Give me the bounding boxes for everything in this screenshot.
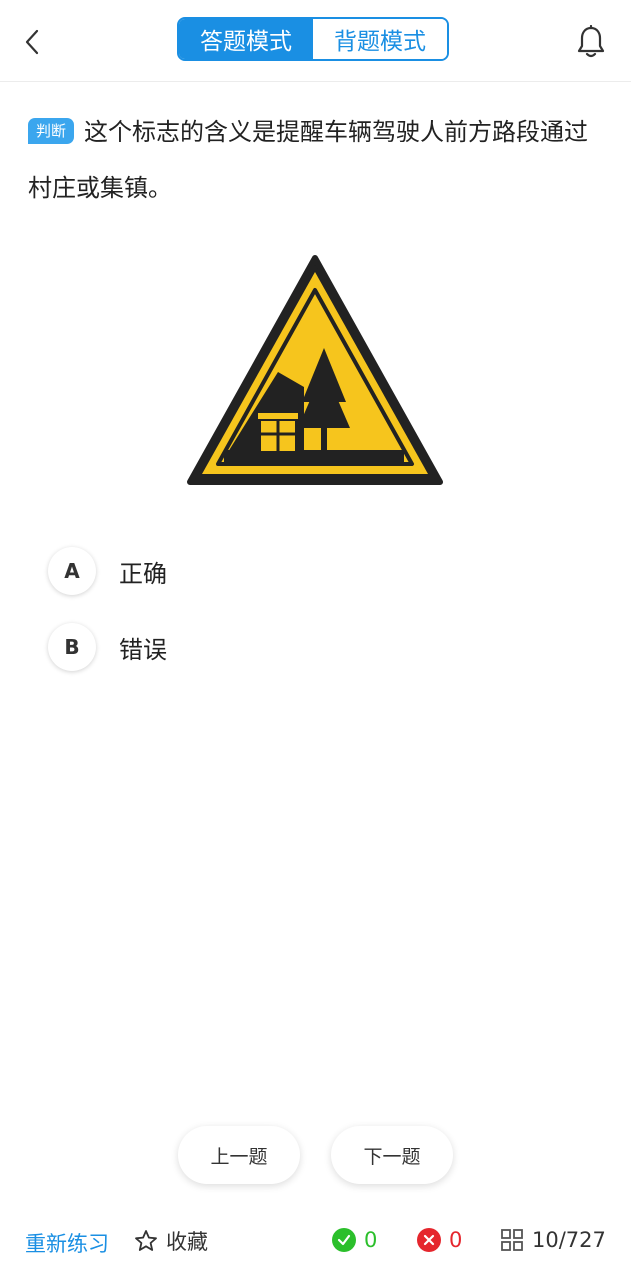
option-a[interactable]: A 正确 xyxy=(48,546,448,596)
chevron-left-icon xyxy=(25,29,39,55)
wrong-count: 0 xyxy=(449,1228,463,1252)
option-a-letter: A xyxy=(48,547,96,595)
question-image xyxy=(170,225,460,515)
correct-count-stat: 0 xyxy=(332,1228,377,1252)
star-icon xyxy=(135,1230,157,1251)
progress-text: 10/727 xyxy=(532,1228,606,1252)
notification-button[interactable] xyxy=(572,22,610,62)
option-b[interactable]: B 错误 xyxy=(48,622,448,672)
bottom-bar: 重新练习 收藏 0 0 10/727 xyxy=(0,1208,631,1280)
correct-count: 0 xyxy=(364,1228,378,1252)
question-text-block: 判断 这个标志的含义是提醒车辆驾驶人前方路段通过村庄或集镇。 xyxy=(28,104,608,216)
option-a-text: 正确 xyxy=(119,559,167,588)
retry-button[interactable]: 重新练习 xyxy=(25,1228,109,1258)
option-b-letter: B xyxy=(48,623,96,671)
next-question-button[interactable]: 下一题 xyxy=(331,1126,453,1184)
prev-question-button[interactable]: 上一题 xyxy=(178,1126,300,1184)
question-type-badge: 判断 xyxy=(28,118,75,144)
village-warning-sign-icon xyxy=(187,255,443,485)
option-b-text: 错误 xyxy=(119,635,167,664)
favorite-button[interactable]: 收藏 xyxy=(134,1226,208,1256)
tab-recite-mode[interactable]: 背题模式 xyxy=(313,19,447,59)
wrong-count-stat: 0 xyxy=(417,1228,462,1252)
bell-icon xyxy=(577,25,605,58)
question-text: 这个标志的含义是提醒车辆驾驶人前方路段通过村庄或集镇。 xyxy=(28,118,589,202)
top-bar: 答题模式 背题模式 xyxy=(0,0,631,82)
favorite-label: 收藏 xyxy=(166,1230,208,1254)
mode-toggle: 答题模式 背题模式 xyxy=(177,17,449,61)
tab-answer-mode[interactable]: 答题模式 xyxy=(179,19,313,59)
check-circle-icon xyxy=(332,1228,356,1252)
grid-icon xyxy=(501,1229,523,1251)
x-circle-icon xyxy=(417,1228,441,1252)
back-button[interactable] xyxy=(16,24,48,60)
question-index-button[interactable]: 10/727 xyxy=(500,1228,606,1252)
